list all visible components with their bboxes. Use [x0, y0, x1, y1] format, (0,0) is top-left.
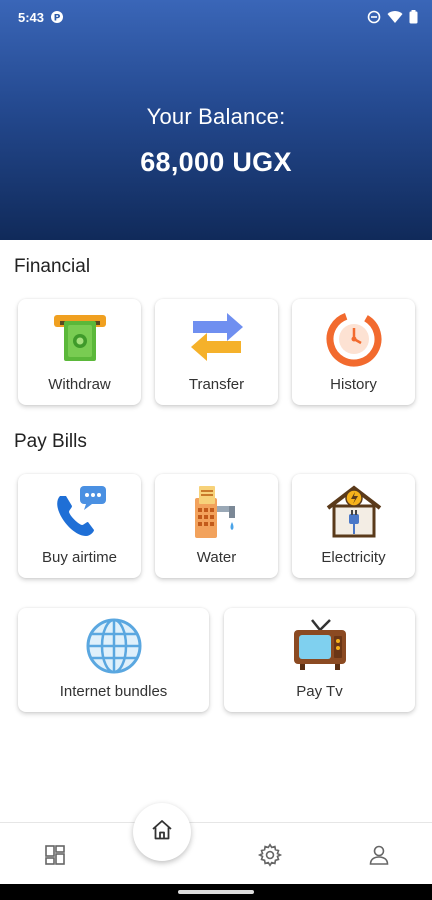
wifi-icon — [387, 10, 403, 24]
internet-bundles-label: Internet bundles — [59, 683, 168, 700]
home-icon — [150, 818, 174, 847]
pay-bills-section-title: Pay Bills — [14, 431, 87, 452]
cash-withdraw-icon — [50, 307, 110, 367]
financial-section-title: Financial — [14, 256, 91, 277]
internet-bundles-button[interactable]: Internet bundles — [18, 608, 209, 712]
history-clock-icon — [324, 307, 384, 367]
history-label: History — [330, 376, 377, 393]
water-button[interactable]: Water — [155, 474, 278, 578]
tv-icon — [290, 616, 350, 676]
water-meter-icon — [187, 482, 247, 542]
globe-icon — [84, 616, 144, 676]
status-bar: 5:43 P — [0, 0, 432, 34]
balance-amount: 68,000 UGX — [140, 147, 292, 177]
phone-chat-icon — [50, 482, 110, 542]
home-button[interactable] — [133, 803, 191, 861]
gesture-handle[interactable] — [178, 890, 254, 894]
electricity-label: Electricity — [321, 549, 386, 566]
electricity-button[interactable]: Electricity — [292, 474, 415, 578]
withdraw-label: Withdraw — [48, 376, 111, 393]
bottom-navigation — [0, 822, 432, 884]
pay-tv-button[interactable]: Pay Tv — [224, 608, 415, 712]
transfer-arrows-icon — [187, 307, 247, 367]
water-label: Water — [196, 549, 237, 566]
profile-icon[interactable] — [365, 841, 393, 869]
svg-text:P: P — [54, 14, 61, 24]
system-gesture-bar — [0, 884, 432, 900]
balance-label: Your Balance: — [146, 104, 286, 129]
buy-airtime-button[interactable]: Buy airtime — [18, 474, 141, 578]
settings-icon[interactable] — [256, 841, 284, 869]
balance-header: 5:43 P Your Balance: 68,000 UGX — [0, 0, 432, 240]
status-time: 5:43 — [18, 9, 45, 25]
battery-icon — [409, 10, 418, 24]
pay-tv-label: Pay Tv — [296, 683, 343, 700]
notification-icon: P — [50, 10, 64, 24]
house-plug-icon — [324, 482, 384, 542]
buy-airtime-label: Buy airtime — [41, 549, 118, 566]
withdraw-button[interactable]: Withdraw — [18, 299, 141, 405]
dashboard-icon[interactable] — [41, 841, 69, 869]
transfer-button[interactable]: Transfer — [155, 299, 278, 405]
transfer-label: Transfer — [188, 376, 245, 393]
history-button[interactable]: History — [292, 299, 415, 405]
dnd-icon — [367, 10, 381, 24]
